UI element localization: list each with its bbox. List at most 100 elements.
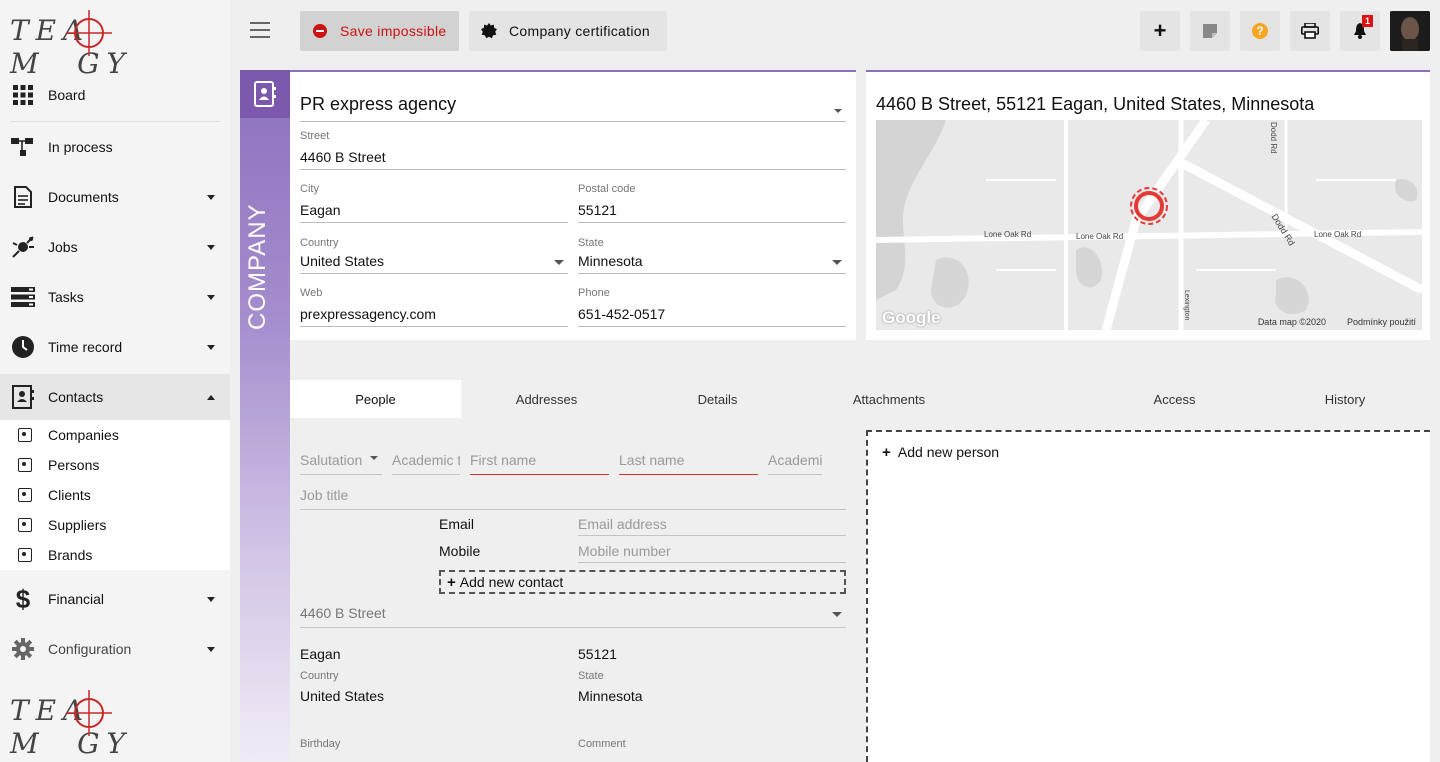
company-name-select[interactable]: PR express agency: [300, 92, 846, 122]
last-name-field[interactable]: Last name: [619, 440, 758, 475]
street-field[interactable]: Street 4460 B Street: [300, 130, 846, 170]
map-road-label: Lone Oak Rd: [1314, 230, 1362, 239]
company-certification-label: Company certification: [509, 23, 650, 39]
workflow-icon: [10, 134, 36, 160]
sidebar-subitem-suppliers[interactable]: Suppliers: [0, 510, 230, 540]
no-entry-icon: [313, 24, 327, 38]
sidebar-item-label: Jobs: [48, 239, 78, 255]
sidebar-subitem-companies[interactable]: Companies: [0, 420, 230, 450]
tab-attachments[interactable]: Attachments: [803, 380, 975, 418]
sidebar-subitem-clients[interactable]: Clients: [0, 480, 230, 510]
save-button[interactable]: Save impossible: [300, 11, 459, 51]
sidebar: T E A M G Y Board In process Documents J…: [0, 0, 230, 762]
clock-icon: [10, 334, 36, 360]
add-button[interactable]: +: [1140, 11, 1180, 51]
logo-target-icon: [66, 10, 112, 56]
sticky-note-icon: [1203, 24, 1217, 38]
add-new-person-button[interactable]: + Add new person: [882, 444, 999, 461]
person-city-value: Eagan: [300, 646, 341, 662]
sidebar-item-label: Time record: [48, 339, 123, 355]
user-avatar[interactable]: [1390, 11, 1430, 51]
first-name-field[interactable]: First name: [470, 440, 609, 475]
tab-details[interactable]: Details: [632, 380, 803, 418]
address-select[interactable]: 4460 B Street: [300, 602, 846, 628]
sidebar-item-board[interactable]: Board: [0, 72, 230, 118]
tab-label: History: [1324, 391, 1366, 407]
tab-addresses[interactable]: Addresses: [461, 380, 632, 418]
tab-access[interactable]: Access: [1089, 380, 1260, 418]
salutation-select[interactable]: Salutation: [300, 440, 382, 475]
sidebar-item-time-record[interactable]: Time record: [0, 324, 230, 370]
chevron-down-icon: [370, 456, 378, 460]
state-value: Minnesota: [578, 253, 643, 269]
sidebar-item-configuration[interactable]: Configuration: [0, 626, 230, 672]
plus-icon: +: [447, 573, 456, 591]
salutation-placeholder: Salutation: [300, 452, 363, 468]
job-title-field[interactable]: Job title: [300, 480, 846, 510]
save-button-label: Save impossible: [340, 23, 447, 39]
sidebar-item-label: Contacts: [48, 389, 104, 405]
tab-people[interactable]: People: [290, 380, 461, 418]
sidebar-item-jobs[interactable]: Jobs: [0, 224, 230, 270]
street-label: Street: [300, 130, 330, 142]
notification-count-badge: 1: [1362, 15, 1374, 27]
web-field[interactable]: Web prexpressagency.com: [300, 287, 568, 327]
map-graphic: [876, 120, 1422, 330]
sidebar-item-label: Tasks: [48, 289, 84, 305]
help-button[interactable]: ?: [1240, 11, 1280, 51]
first-name-placeholder: First name: [470, 452, 537, 468]
company-tabs: People Addresses Details Attachments Acc…: [290, 380, 1430, 418]
state-select[interactable]: State Minnesota: [578, 237, 846, 274]
city-label: City: [300, 183, 319, 195]
menu-icon[interactable]: [250, 22, 270, 38]
academic-title-before-field[interactable]: Academic title: [392, 440, 460, 475]
sidebar-item-label: Documents: [48, 189, 119, 205]
company-side-strip: COMPANY: [240, 70, 290, 762]
contact-book-icon: [254, 81, 276, 107]
last-name-placeholder: Last name: [619, 452, 685, 468]
company-form: PR express agency Street 4460 B Street C…: [290, 70, 856, 340]
sidebar-item-contacts[interactable]: Contacts: [0, 374, 230, 420]
phone-field[interactable]: Phone 651-452-0517: [578, 287, 846, 327]
tab-label: Details: [697, 391, 738, 407]
state-label: State: [578, 237, 604, 249]
sidebar-subitem-brands[interactable]: Brands: [0, 540, 230, 570]
person-country-label: Country: [300, 670, 339, 682]
plus-icon: +: [882, 444, 891, 461]
city-value: Eagan: [300, 202, 341, 218]
certificate-badge-icon: [481, 23, 497, 39]
person-state-label: State: [578, 670, 604, 682]
postal-code-label: Postal code: [578, 183, 636, 195]
email-field[interactable]: Email address: [578, 514, 846, 536]
sidebar-subitem-persons[interactable]: Persons: [0, 450, 230, 480]
app-logo[interactable]: T E A M G Y: [10, 10, 160, 80]
top-toolbar: Save impossible Company certification + …: [230, 0, 1440, 62]
new-person-form: Salutation Academic title First name Las…: [290, 418, 856, 762]
sidebar-item-in-process[interactable]: In process: [0, 124, 230, 170]
notifications-button[interactable]: 1: [1340, 11, 1380, 51]
note-button[interactable]: [1190, 11, 1230, 51]
mobile-field[interactable]: Mobile number: [578, 541, 846, 563]
sidebar-item-financial[interactable]: $ Financial: [0, 576, 230, 622]
add-new-contact-button[interactable]: + Add new contact: [439, 570, 846, 594]
map-view[interactable]: Lone Oak Rd Lone Oak Rd Lone Oak Rd Dodd…: [876, 120, 1422, 330]
company-certification-button[interactable]: Company certification: [469, 11, 667, 51]
footer-logo: T E A M G Y: [10, 690, 160, 760]
postal-code-field[interactable]: Postal code 55121: [578, 183, 846, 223]
city-field[interactable]: City Eagan: [300, 183, 568, 223]
map-address-title: 4460 B Street, 55121 Eagan, United State…: [876, 94, 1315, 114]
tab-history[interactable]: History: [1260, 380, 1430, 418]
country-select[interactable]: Country United States: [300, 237, 568, 274]
web-value: prexpressagency.com: [300, 306, 436, 322]
user-photo-icon: [1390, 11, 1430, 51]
sidebar-item-label: Board: [48, 87, 86, 103]
print-button[interactable]: [1290, 11, 1330, 51]
academic-title-after-field[interactable]: Academic: [768, 440, 822, 475]
country-label: Country: [300, 237, 339, 249]
sidebar-item-tasks[interactable]: Tasks: [0, 274, 230, 320]
contact-card-icon: [18, 458, 32, 472]
map-terms-link[interactable]: Podmínky použití: [1347, 317, 1416, 327]
sidebar-item-documents[interactable]: Documents: [0, 174, 230, 220]
map-road-label: Lone Oak Rd: [984, 230, 1032, 239]
help-icon: ?: [1252, 23, 1268, 39]
